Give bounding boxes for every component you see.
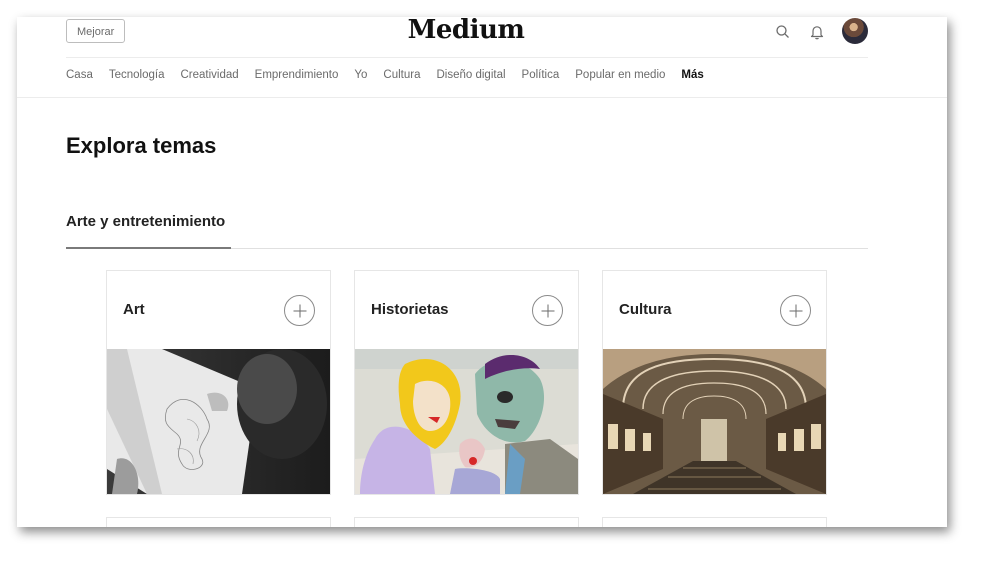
follow-plus-icon[interactable] <box>532 295 563 326</box>
sketching-photo <box>107 349 330 494</box>
topic-card-title: Art <box>123 301 145 318</box>
nav-divider <box>17 97 947 98</box>
nav-item-creatividad[interactable]: Creatividad <box>180 69 238 89</box>
topic-card-partial[interactable] <box>354 517 579 527</box>
topic-card-art[interactable]: Art <box>106 270 331 495</box>
topic-card-title: Historietas <box>371 301 449 318</box>
nav-item-emprendimiento[interactable]: Emprendimiento <box>255 69 339 89</box>
tab-arte-entretenimiento[interactable]: Arte y entretenimiento <box>66 213 225 230</box>
topic-card-title: Cultura <box>619 301 672 318</box>
nav-item-politica[interactable]: Política <box>522 69 560 89</box>
topic-card-partial[interactable] <box>106 517 331 527</box>
library-hall-photo <box>603 349 826 494</box>
bell-icon[interactable] <box>807 22 827 42</box>
avatar[interactable] <box>842 18 868 44</box>
topic-nav: Casa Tecnología Creatividad Emprendimien… <box>66 69 720 89</box>
follow-plus-icon[interactable] <box>780 295 811 326</box>
topic-card-historietas[interactable]: Historietas <box>354 270 579 495</box>
topic-card-partial[interactable] <box>602 517 827 527</box>
follow-plus-icon[interactable] <box>284 295 315 326</box>
nav-item-cultura[interactable]: Cultura <box>383 69 420 89</box>
top-bar: Mejorar Medium <box>66 17 868 58</box>
nav-item-yo[interactable]: Yo <box>354 69 367 89</box>
browser-window: Mejorar Medium Casa Tecnología Creativid… <box>17 17 947 527</box>
nav-item-mas[interactable]: Más <box>681 69 703 89</box>
nav-item-tecnologia[interactable]: Tecnología <box>109 69 165 89</box>
active-tab-underline <box>66 247 231 249</box>
medium-logo[interactable]: Medium <box>366 17 566 45</box>
comic-art <box>355 349 578 494</box>
topic-card-cultura[interactable]: Cultura <box>602 270 827 495</box>
nav-item-popular[interactable]: Popular en medio <box>575 69 665 89</box>
nav-item-casa[interactable]: Casa <box>66 69 93 89</box>
page-title: Explora temas <box>66 133 217 158</box>
nav-item-diseno-digital[interactable]: Diseño digital <box>436 69 505 89</box>
search-icon[interactable] <box>773 22 793 42</box>
upgrade-button[interactable]: Mejorar <box>66 19 126 43</box>
